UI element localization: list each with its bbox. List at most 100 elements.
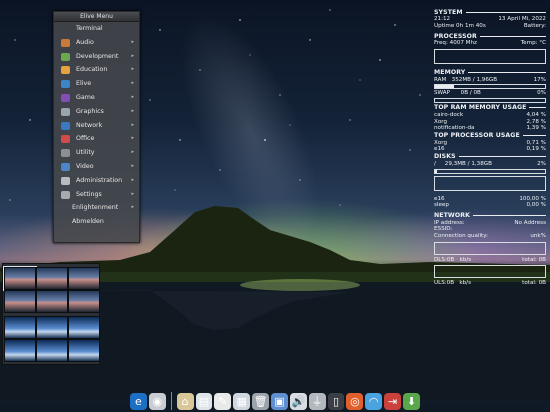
disk-io-graph (434, 175, 546, 191)
desktop-thumbnail[interactable] (36, 339, 68, 362)
home-icon[interactable]: ⌂ (176, 392, 194, 410)
menu-item-label: Game (76, 93, 95, 101)
swap-percent: 0% (537, 90, 546, 97)
process-usage: 1,39 % (526, 125, 546, 132)
process-row: notification-da 1,39 % (434, 125, 546, 132)
uptime-text: Uptime 0h 1m 40s (434, 22, 486, 29)
sleep-value: 0,00 % (526, 202, 546, 209)
ip-label: IP address: (434, 219, 465, 226)
cpu-graph (434, 48, 546, 64)
audio-icon (61, 38, 70, 47)
usb-icon[interactable]: ⏚ (308, 392, 326, 410)
menu-item-label: Education (76, 66, 108, 74)
system-section-header: SYSTEM (434, 8, 546, 16)
menu-item-enlightenment[interactable]: Enlightenment ▸ (54, 201, 139, 215)
ip-value: No Address (514, 219, 546, 226)
desktop-thumbnail[interactable] (68, 290, 100, 313)
download-icon[interactable]: ⬇ (403, 392, 420, 410)
desktop-thumbnail[interactable] (36, 267, 68, 290)
menu-item-audio[interactable]: Audio ▸ (54, 36, 139, 50)
text-editor-icon[interactable]: ✎ (214, 392, 232, 410)
terminal-icon[interactable]: ▯ (327, 392, 345, 410)
desktop-thumbnail[interactable] (36, 290, 68, 313)
desktop-pager[interactable] (2, 263, 100, 365)
process-usage: 4,04 % (526, 111, 546, 118)
menu-item-development[interactable]: Development ▸ (54, 50, 139, 64)
desktop-thumbnail[interactable] (4, 339, 36, 362)
ram-bar (434, 84, 546, 90)
education-icon (61, 66, 70, 75)
upload-graph (434, 265, 546, 279)
swap-label: SWAP (434, 90, 450, 97)
submenu-arrow-icon: ▸ (131, 93, 134, 100)
submenu-arrow-icon: ▸ (131, 66, 134, 73)
submenu-arrow-icon: ▸ (131, 204, 134, 211)
menu-item-label: Abmelden (72, 218, 104, 226)
menu-item-graphics[interactable]: Graphics ▸ (54, 105, 139, 119)
top-ram-section-header: TOP RAM MEMORY USAGE (434, 104, 546, 112)
cpu-temperature: Temp: °C (520, 40, 546, 47)
menu-title: Elive Menu (54, 12, 139, 22)
menu-item-label: Development (76, 52, 119, 60)
logout-icon[interactable]: ⇥ (384, 392, 402, 410)
menu-item-abmelden[interactable]: Abmelden (54, 215, 139, 229)
menu-item-utility[interactable]: Utility ▸ (54, 146, 139, 160)
quality-label: Connection quality: (434, 232, 489, 239)
menu-item-office[interactable]: Office ▸ (54, 132, 139, 146)
desktop-thumbnail[interactable] (68, 316, 100, 339)
desktop-thumbnail[interactable] (68, 267, 100, 290)
submenu-arrow-icon: ▸ (131, 190, 134, 197)
essid-label: ESSID: (434, 226, 453, 233)
volume-icon[interactable]: 🔊 (289, 392, 307, 410)
help-icon[interactable]: ◎ (346, 392, 364, 410)
document-icon[interactable]: ▤ (195, 392, 213, 410)
process-row: Xorg 2,78 % (434, 119, 546, 126)
office-icon (61, 135, 70, 144)
file-manager-icon[interactable]: ▣ (271, 392, 288, 410)
menu-item-education[interactable]: Education ▸ (54, 63, 139, 77)
submenu-arrow-icon: ▸ (131, 149, 134, 156)
submenu-arrow-icon: ▸ (131, 107, 134, 114)
submenu-arrow-icon: ▸ (131, 52, 134, 59)
menu-item-game[interactable]: Game ▸ (54, 91, 139, 105)
calendar-icon[interactable]: ▦ (233, 392, 251, 410)
swap-value: 0B / 0B (460, 90, 481, 97)
menu-item-label: Video (76, 162, 94, 170)
network-section-header: NETWORK (434, 212, 546, 220)
download-graph (434, 241, 546, 255)
process-name: notification-da (434, 125, 475, 132)
cd-icon[interactable]: ◉ (148, 392, 166, 410)
desktop-thumbnail[interactable] (36, 316, 68, 339)
e16-value: 100,00 % (519, 195, 546, 202)
wifi-icon[interactable]: ◠ (365, 392, 383, 410)
upload-speed: ULS:0B (434, 280, 455, 287)
menu-item-administration[interactable]: Administration ▸ (54, 174, 139, 188)
ram-label: RAM (434, 76, 447, 83)
clock-time: 21:12 (434, 16, 451, 22)
desktop-thumbnail[interactable] (4, 290, 36, 313)
elive-icon[interactable]: e (130, 392, 147, 410)
trash-icon[interactable]: 🗑 (252, 392, 269, 410)
development-icon (61, 52, 70, 61)
process-row: cairo-dock 4,04 % (434, 112, 546, 119)
menu-item-terminal[interactable]: Terminal (54, 22, 139, 36)
administration-icon (61, 176, 70, 185)
cpu-frequency: Freq: 4007 Mhz (434, 40, 477, 47)
desktop-thumbnail[interactable] (68, 339, 100, 362)
disk-root-percent: 2% (537, 160, 546, 167)
desktop-thumbnail[interactable] (3, 266, 37, 291)
menu-item-video[interactable]: Video ▸ (54, 160, 139, 174)
dock: e ◉ ⌂ ▤ ✎ ▦ 🗑 ▣ 🔊 ⏚ ▯ ◎ ◠ ⇥ ⬇ (130, 390, 420, 412)
process-row: e16 0,19 % (434, 146, 546, 153)
menu-item-elive[interactable]: Elive ▸ (54, 77, 139, 91)
ram-value: 352MB / 1,96GB (451, 76, 498, 83)
desktop-thumbnail[interactable] (4, 316, 36, 339)
process-usage: 0,71 % (526, 139, 546, 146)
game-icon (61, 93, 70, 102)
menu-item-settings[interactable]: Settings ▸ (54, 188, 139, 202)
disk-root-bar (434, 168, 546, 174)
menu-item-network[interactable]: Network ▸ (54, 119, 139, 133)
graphics-icon (61, 107, 70, 116)
submenu-arrow-icon: ▸ (131, 80, 134, 87)
download-speed: DLS:0B (434, 256, 455, 263)
